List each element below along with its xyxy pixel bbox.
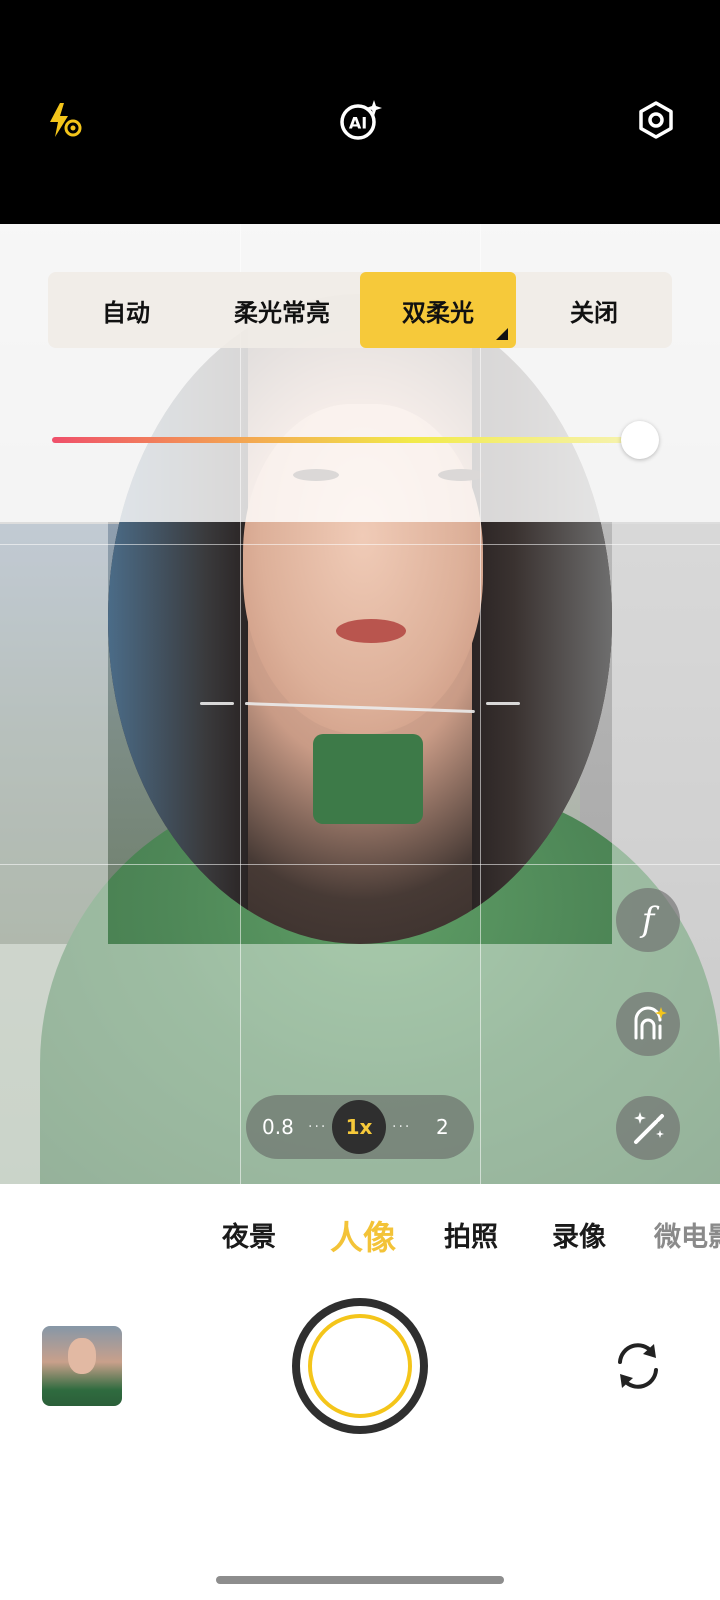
flash-auto-icon[interactable]: [42, 98, 86, 142]
filter-icon: f: [641, 900, 655, 940]
magic-wand-icon: [634, 1112, 664, 1144]
light-mode-soft-constant[interactable]: 柔光常亮: [204, 272, 360, 348]
light-mode-off[interactable]: 关闭: [516, 272, 672, 348]
grid-line: [0, 544, 720, 545]
slider-track[interactable]: [52, 437, 652, 443]
slider-thumb[interactable]: [621, 421, 659, 459]
ai-portrait-button[interactable]: [616, 992, 680, 1056]
zoom-option-1x[interactable]: 1x: [332, 1100, 386, 1154]
mode-micro-film[interactable]: 微电影: [654, 1215, 720, 1254]
light-intensity-slider[interactable]: [52, 421, 659, 459]
top-bar: AI: [0, 0, 720, 224]
light-mode-auto[interactable]: 自动: [48, 272, 204, 348]
switch-camera-icon: [618, 1343, 658, 1389]
zoom-option-0-8[interactable]: 0.8: [262, 1095, 294, 1159]
mode-portrait[interactable]: 人像: [330, 1215, 396, 1259]
magic-beauty-button[interactable]: [616, 1096, 680, 1160]
mode-night[interactable]: 夜景: [222, 1215, 276, 1254]
zoom-selector: 0.8 ··· 1x ··· 2: [246, 1095, 474, 1159]
grid-line: [480, 224, 481, 1184]
gallery-thumbnail[interactable]: [42, 1326, 122, 1406]
filter-button[interactable]: f: [616, 888, 680, 952]
zoom-dots: ···: [308, 1119, 328, 1135]
level-indicator: [486, 702, 520, 705]
svg-text:AI: AI: [349, 114, 367, 133]
shutter-button[interactable]: [292, 1298, 428, 1434]
mode-video[interactable]: 录像: [552, 1215, 606, 1254]
camera-mode-tabs: 夜景 人像 拍照 录像 微电影: [0, 1215, 720, 1271]
camera-viewfinder[interactable]: [0, 224, 720, 1184]
zoom-dots: ···: [392, 1119, 412, 1135]
shutter-ring: [308, 1314, 412, 1418]
gear-hex-icon[interactable]: [634, 98, 678, 142]
light-mode-dual-soft[interactable]: 双柔光: [360, 272, 516, 348]
mode-photo[interactable]: 拍照: [444, 1215, 498, 1254]
grid-line: [240, 224, 241, 1184]
ai-portrait-icon: [634, 1006, 667, 1040]
fill-light-mode-selector: 自动 柔光常亮 双柔光 关闭: [48, 272, 672, 348]
overlay-veil-top: [0, 224, 720, 522]
zoom-option-2[interactable]: 2: [436, 1095, 449, 1159]
grid-line: [0, 864, 720, 865]
ai-sparkle-icon[interactable]: AI: [338, 98, 382, 142]
switch-camera-button[interactable]: [608, 1336, 668, 1396]
level-indicator: [200, 702, 234, 705]
home-indicator[interactable]: [216, 1576, 504, 1584]
